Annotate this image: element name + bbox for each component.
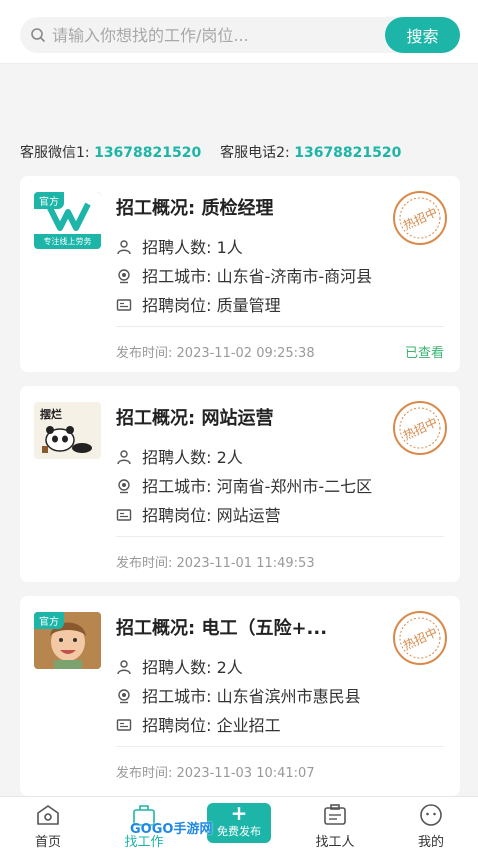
- wechat-value[interactable]: 13678821520: [94, 145, 201, 161]
- person-icon: [117, 240, 131, 255]
- phone-label: 客服电话2:: [220, 145, 290, 161]
- viewed-status: 已查看: [404, 346, 444, 361]
- publish-button[interactable]: + 免费发布: [207, 803, 271, 843]
- hire-count-label: 招聘人数:: [142, 448, 212, 467]
- panda-icon: [42, 426, 92, 453]
- city-value: 山东省滨州市惠民县: [216, 687, 361, 706]
- search-input[interactable]: [52, 17, 382, 53]
- nav-find-worker-label: 找工人: [315, 835, 355, 850]
- nav-find-worker[interactable]: 找工人: [295, 803, 375, 850]
- hot-hiring-stamp-icon: 热招中: [393, 191, 447, 245]
- search-button[interactable]: 搜索: [385, 17, 460, 53]
- divider: [116, 326, 444, 327]
- hot-hiring-stamp-icon: 热招中: [393, 611, 447, 665]
- wechat-label: 客服微信1:: [20, 145, 90, 161]
- city-value: 河南省-郑州市-二七区: [216, 477, 373, 496]
- divider: [116, 536, 444, 537]
- position-row: 招聘岗位: 企业招工: [116, 712, 281, 736]
- divider: [116, 746, 444, 747]
- person-icon: [117, 450, 131, 465]
- position-value: 企业招工: [216, 716, 281, 735]
- location-icon: [118, 269, 130, 284]
- stamp-text: 热招中: [401, 414, 440, 443]
- position-value: 质量管理: [216, 296, 281, 315]
- position-label: 招聘岗位:: [142, 506, 212, 525]
- home-icon: [37, 805, 59, 825]
- nav-mine[interactable]: 我的: [391, 803, 471, 850]
- phone-value[interactable]: 13678821520: [294, 145, 401, 161]
- job-card[interactable]: 官方 招工概况: 电工（五险+... 热招中 招聘人数: 2人 招工城市: 山东…: [20, 596, 460, 796]
- watermark: GOGO手游网: [130, 822, 213, 837]
- id-card-icon: [116, 509, 132, 521]
- job-card[interactable]: 摆烂 招工概况: 网站运营 热招中 招聘人数: 2人 招工城市: 河南省-郑州市…: [20, 386, 460, 582]
- company-logo: 官方 专注线上劳务: [34, 192, 101, 249]
- posted-label: 发布时间:: [116, 766, 173, 781]
- position-row: 招聘岗位: 网站运营: [116, 502, 281, 526]
- person-icon: [117, 660, 131, 675]
- official-tag: 官方: [34, 192, 64, 209]
- city-label: 招工城市:: [142, 477, 212, 496]
- posted-value: 2023-11-03 10:41:07: [176, 766, 315, 781]
- publish-label: 免费发布: [217, 825, 261, 838]
- profile-face-icon: [420, 804, 442, 826]
- nav-home-label: 首页: [34, 835, 61, 850]
- hire-count-row: 招聘人数: 2人: [116, 444, 243, 468]
- city-row: 招工城市: 河南省-郑州市-二七区: [116, 473, 372, 497]
- job-title: 招工概况: 网站运营: [116, 408, 274, 429]
- plus-icon: +: [230, 801, 248, 825]
- logo-caption: 专注线上劳务: [43, 237, 92, 246]
- hire-count-row: 招聘人数: 2人: [116, 654, 243, 678]
- id-card-icon: [116, 719, 132, 731]
- search-icon: [31, 28, 45, 42]
- company-logo: 官方: [34, 612, 101, 669]
- posted-value: 2023-11-02 09:25:38: [176, 346, 315, 361]
- job-card[interactable]: 官方 专注线上劳务 招工概况: 质检经理 热招中 招聘人数: 1人 招工城市: …: [20, 176, 460, 372]
- official-tag: 官方: [34, 612, 64, 629]
- city-label: 招工城市:: [142, 687, 212, 706]
- top-bar: 搜索: [0, 0, 478, 64]
- hot-hiring-stamp-icon: 热招中: [393, 401, 447, 455]
- worker-card-icon: [324, 804, 346, 825]
- hire-count-value: 1人: [216, 238, 243, 257]
- job-title: 招工概况: 质检经理: [116, 198, 274, 219]
- location-icon: [118, 689, 130, 704]
- city-row: 招工城市: 山东省滨州市惠民县: [116, 683, 361, 707]
- nav-mine-label: 我的: [417, 835, 444, 850]
- posted-time: 发布时间: 2023-11-01 11:49:53: [116, 552, 315, 571]
- hire-count-label: 招聘人数:: [142, 658, 212, 677]
- city-row: 招工城市: 山东省-济南市-商河县: [116, 263, 372, 287]
- location-icon: [118, 479, 130, 494]
- bottom-nav: 首页 找工作 + 免费发布 找工人 我的: [0, 796, 478, 850]
- contact-info: 客服微信1: 13678821520 客服电话2: 13678821520: [20, 142, 460, 162]
- posted-label: 发布时间:: [116, 556, 173, 571]
- hire-count-value: 2人: [216, 448, 243, 467]
- job-title: 招工概况: 电工（五险+...: [116, 618, 328, 639]
- hire-count-label: 招聘人数:: [142, 238, 212, 257]
- nav-home[interactable]: 首页: [8, 803, 88, 850]
- company-logo: 摆烂: [34, 402, 101, 459]
- position-value: 网站运营: [216, 506, 281, 525]
- hire-count-value: 2人: [216, 658, 243, 677]
- hire-count-row: 招聘人数: 1人: [116, 234, 243, 258]
- stamp-text: 热招中: [401, 204, 440, 233]
- posted-label: 发布时间:: [116, 346, 173, 361]
- posted-time: 发布时间: 2023-11-03 10:41:07: [116, 762, 315, 781]
- city-label: 招工城市:: [142, 267, 212, 286]
- search-box[interactable]: 搜索: [20, 17, 460, 53]
- stamp-text: 热招中: [401, 624, 440, 653]
- city-value: 山东省-济南市-商河县: [216, 267, 373, 286]
- id-card-icon: [116, 299, 132, 311]
- position-label: 招聘岗位:: [142, 716, 212, 735]
- posted-value: 2023-11-01 11:49:53: [176, 556, 315, 571]
- position-label: 招聘岗位:: [142, 296, 212, 315]
- position-row: 招聘岗位: 质量管理: [116, 292, 281, 316]
- posted-time: 发布时间: 2023-11-02 09:25:38: [116, 342, 315, 361]
